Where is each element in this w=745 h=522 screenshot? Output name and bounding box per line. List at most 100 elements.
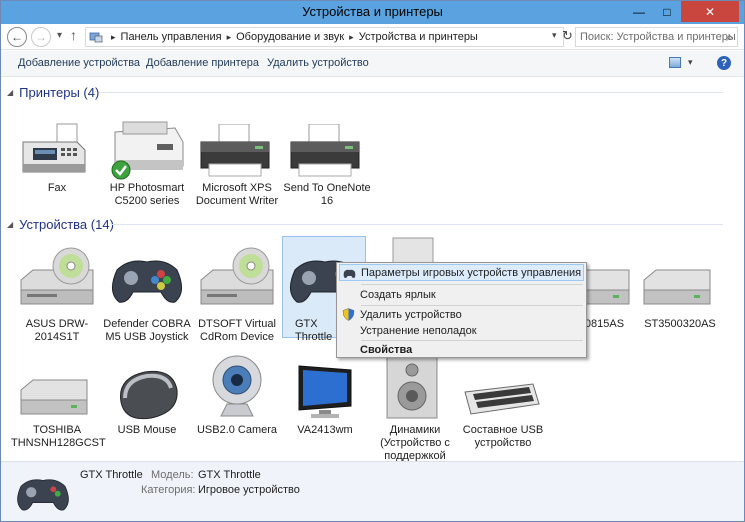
group-divider — [99, 92, 723, 93]
search-icon: ⌕ — [726, 30, 733, 44]
search-input[interactable]: Поиск: Устройства и принтеры ⌕ — [575, 27, 738, 47]
device-label: ST3500320AS — [644, 318, 716, 330]
address-field[interactable]: ▸ Панель управления ▸ Оборудование и зву… — [85, 27, 564, 47]
view-options-dropdown[interactable]: ▾ — [688, 57, 693, 68]
device-item-st3500320as[interactable]: ST3500320AS — [640, 246, 720, 346]
address-bar: ← → ▾ ↑ ▸ Панель управления ▸ Оборудован… — [1, 24, 744, 50]
minimize-button[interactable]: — — [625, 1, 653, 22]
menu-item-label: Свойства — [360, 343, 413, 356]
device-label: Динамики (Устройство с поддержкой — [380, 424, 450, 461]
command-bar: Добавление устройства Добавление принтер… — [1, 51, 744, 77]
add-printer-button[interactable]: Добавление принтера — [146, 57, 259, 69]
optical-drive-icon — [20, 247, 94, 305]
device-item-speakers[interactable]: Динамики (Устройство с поддержкой — [375, 355, 455, 461]
details-model-value: GTX Throttle — [198, 469, 261, 481]
uac-shield-icon — [342, 308, 355, 321]
device-item-composite-usb[interactable]: Составное USB устройство — [463, 368, 543, 461]
printer-icon — [290, 124, 360, 177]
control-panel-icon — [89, 32, 103, 43]
gamepad-icon — [112, 260, 182, 303]
help-button[interactable]: ? — [717, 56, 731, 70]
device-item-asus-drw[interactable]: ASUS DRW-2014S1T — [17, 246, 97, 346]
close-button[interactable]: ✕ — [681, 1, 739, 22]
device-item-va2413wm[interactable]: VA2413wm — [285, 365, 365, 461]
menu-separator — [361, 284, 583, 285]
menu-item-remove-device[interactable]: Удалить устройство — [339, 306, 584, 323]
device-label: DTSOFT Virtual CdRom Device — [198, 318, 276, 343]
details-pane: GTX Throttle Модель: GTX Throttle Катего… — [1, 461, 744, 521]
breadcrumb-control-panel[interactable]: Панель управления — [121, 31, 222, 43]
breadcrumb-separator: ▸ — [111, 31, 116, 42]
webcam-icon — [212, 355, 262, 417]
menu-item-troubleshoot[interactable]: Устранение неполадок — [339, 322, 584, 339]
printer-item-fax[interactable]: Fax — [17, 120, 97, 210]
printer-icon — [200, 124, 270, 177]
printer-item-send-to-onenote[interactable]: Send To OneNote 16 — [283, 120, 371, 210]
breadcrumb-separator: ▸ — [226, 31, 232, 42]
refresh-icon: ↻ — [562, 28, 573, 43]
back-button[interactable]: ← — [7, 27, 27, 47]
remove-device-button[interactable]: Удалить устройство — [267, 57, 369, 69]
hard-drive-icon — [20, 379, 88, 415]
group-divider — [111, 224, 723, 225]
device-item-toshiba[interactable]: TOSHIBA THNSNH128GCST — [11, 368, 106, 461]
menu-item-properties[interactable]: Свойства — [339, 341, 584, 358]
maximize-button[interactable]: □ — [653, 1, 681, 22]
recent-pages-dropdown[interactable]: ▾ — [57, 30, 62, 41]
group-label-printers: Принтеры (4) — [19, 84, 100, 100]
keyboard-icon — [464, 383, 540, 415]
device-item-dtsoft-cdrom[interactable]: DTSOFT Virtual CdRom Device — [197, 246, 277, 346]
up-button[interactable]: ↑ — [70, 27, 77, 43]
menu-item-game-controller-settings[interactable]: Параметры игровых устройств управления — [339, 264, 584, 281]
devices-printers-window: Устройства и принтеры — □ ✕ ← → ▾ ↑ ▸ Па… — [0, 0, 745, 522]
details-device-name: GTX Throttle — [80, 469, 143, 481]
device-label: USB Mouse — [117, 424, 177, 436]
device-label: VA2413wm — [297, 424, 353, 436]
speaker-icon — [386, 355, 438, 419]
printer-item-hp-photosmart[interactable]: HP Photosmart C5200 series — [107, 120, 187, 210]
details-model-label: Модель: — [151, 469, 194, 481]
device-label: Defender COBRA M5 USB Joystick — [103, 318, 191, 343]
chevron-down-icon: ◢ — [7, 219, 14, 229]
printer-item-microsoft-xps[interactable]: Microsoft XPS Document Writer — [196, 120, 278, 210]
context-menu: Параметры игровых устройств управления С… — [336, 262, 587, 358]
arrow-up-icon: ↑ — [70, 27, 77, 43]
device-label: USB2.0 Camera — [196, 424, 278, 436]
menu-item-label: Устранение неполадок — [360, 324, 477, 337]
menu-item-create-shortcut[interactable]: Создать ярлык — [339, 286, 584, 303]
printer-label: Send To OneNote 16 — [283, 182, 371, 207]
menu-item-label: Создать ярлык — [360, 288, 436, 301]
title-bar: Устройства и принтеры — □ ✕ — [1, 1, 744, 24]
device-item-defender-cobra[interactable]: Defender COBRA M5 USB Joystick — [103, 246, 191, 346]
device-label: Составное USB устройство — [462, 424, 544, 449]
address-history-dropdown[interactable]: ▾ — [552, 30, 557, 41]
hard-drive-icon — [643, 269, 711, 305]
chevron-down-icon: ▾ — [57, 30, 63, 41]
view-options-icon[interactable] — [669, 57, 681, 68]
forward-button[interactable]: → — [31, 27, 51, 47]
printer-label: Microsoft XPS Document Writer — [195, 182, 279, 207]
device-label: TOSHIBA THNSNH128GCST — [11, 424, 106, 449]
fax-icon — [22, 123, 86, 173]
arrow-left-icon: ← — [11, 30, 23, 44]
printer-label: HP Photosmart C5200 series — [109, 182, 185, 207]
device-item-usb-camera[interactable]: USB2.0 Camera — [197, 355, 277, 461]
game-controller-icon — [343, 269, 356, 278]
add-device-button[interactable]: Добавление устройства — [18, 57, 140, 69]
optical-drive-icon — [200, 247, 274, 305]
chevron-down-icon: ▾ — [688, 57, 693, 67]
mouse-icon — [120, 370, 178, 420]
group-label-devices: Устройства (14) — [19, 216, 114, 232]
breadcrumb-hardware-sound[interactable]: Оборудование и звук — [236, 31, 344, 43]
printer-icon — [111, 121, 184, 180]
breadcrumb-separator: ▸ — [349, 31, 354, 42]
device-label: ASUS DRW-2014S1T — [25, 318, 89, 343]
monitor-icon — [298, 365, 352, 418]
device-item-usb-mouse[interactable]: USB Mouse — [107, 368, 187, 461]
group-header-devices[interactable]: ◢ Устройства (14) — [7, 215, 114, 233]
breadcrumb-devices-printers[interactable]: Устройства и принтеры — [359, 31, 478, 43]
group-header-printers[interactable]: ◢ Принтеры (4) — [7, 83, 99, 101]
search-placeholder: Поиск: Устройства и принтеры — [580, 31, 736, 43]
details-category-label: Категория: — [141, 484, 196, 496]
refresh-button[interactable]: ↻ — [562, 28, 573, 44]
